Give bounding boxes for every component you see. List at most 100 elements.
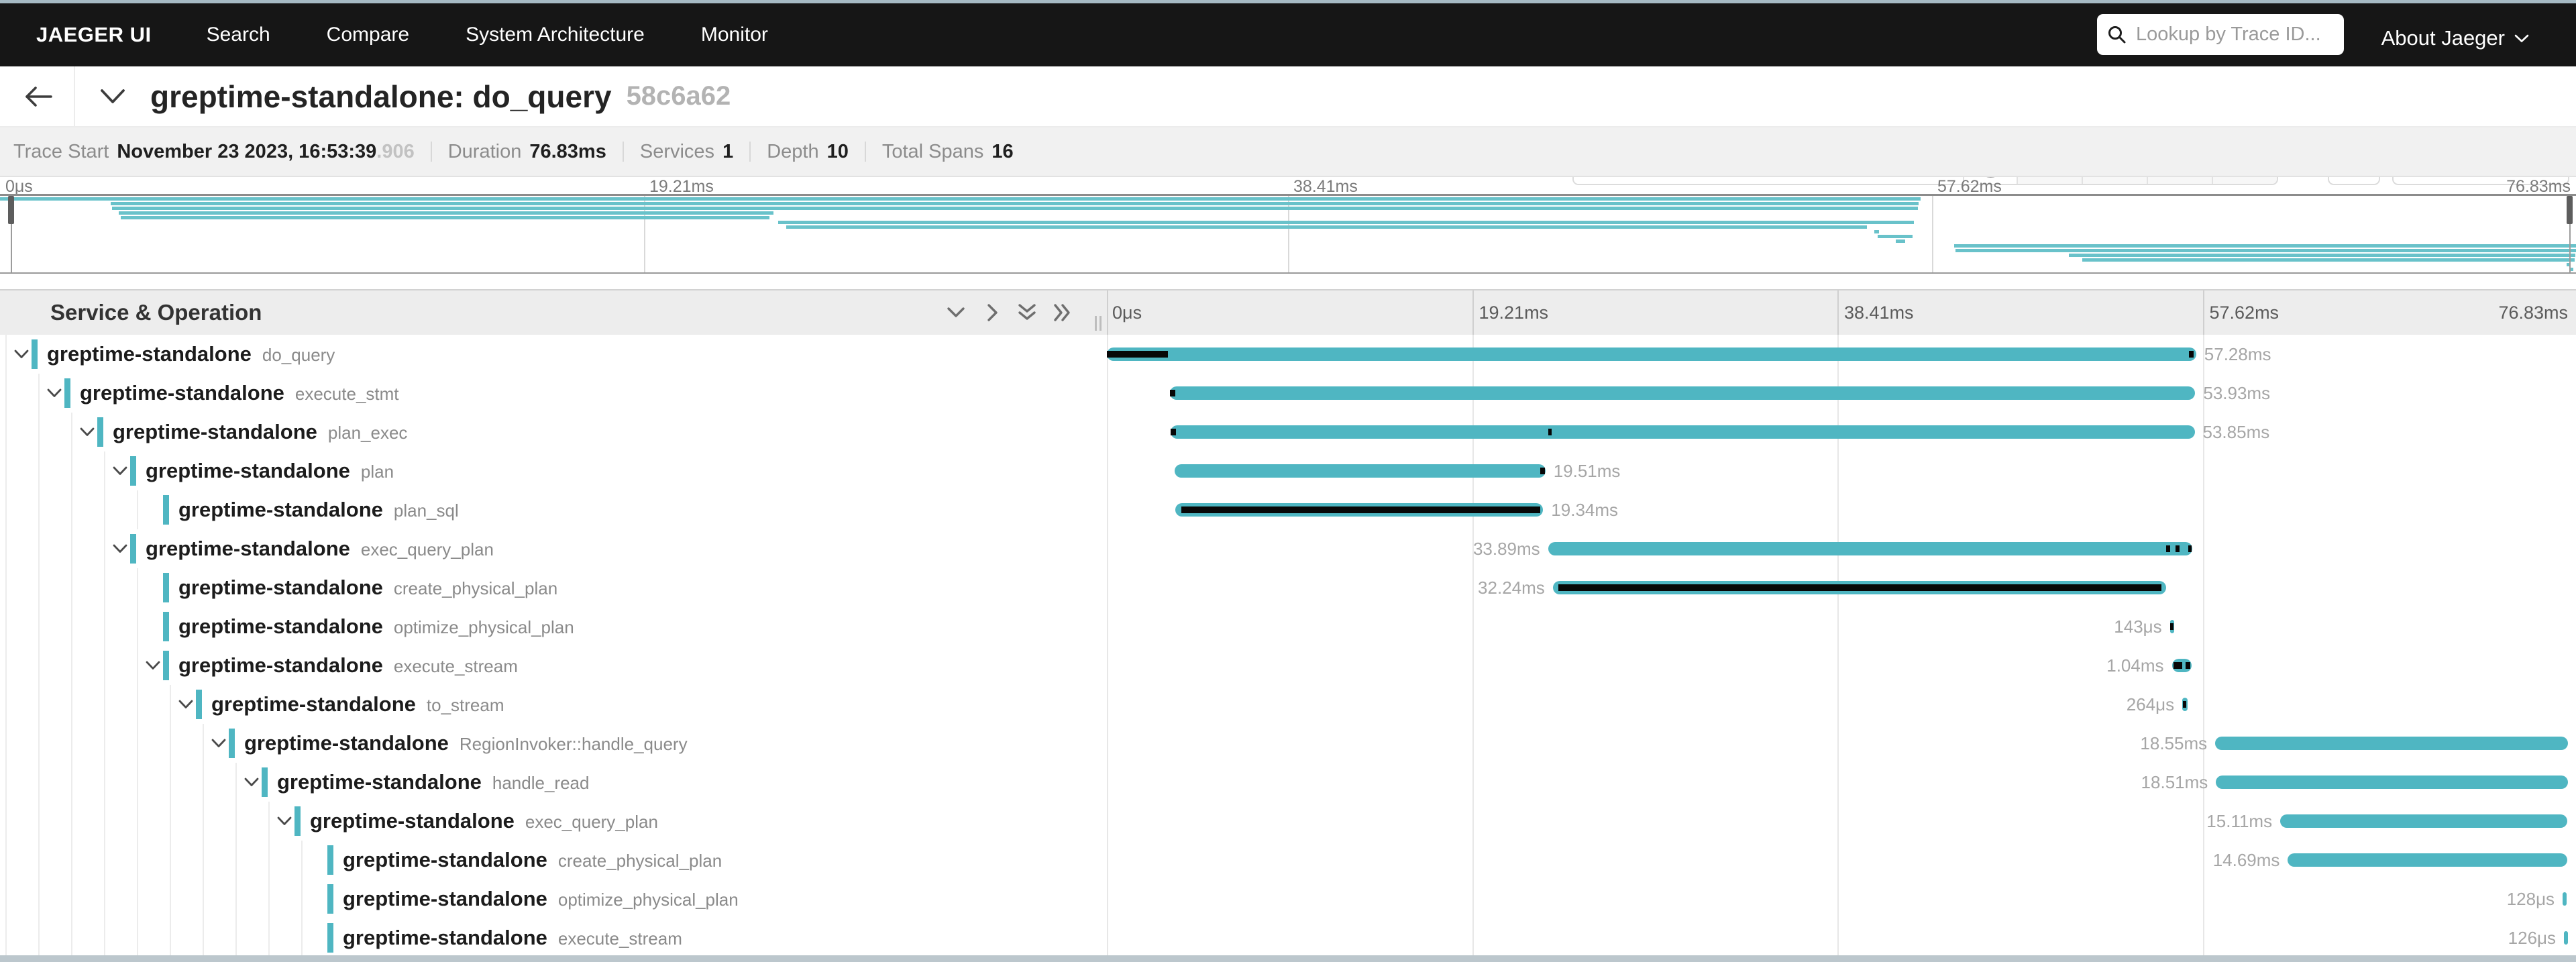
minimap-left-scrubber-handle[interactable] (8, 196, 14, 224)
span-duration-bar[interactable] (2216, 776, 2568, 789)
span-row[interactable]: greptime-standaloneexecute_stream126μs (0, 918, 2576, 955)
span-children-toggle[interactable] (112, 466, 128, 476)
span-duration-bar[interactable] (1171, 425, 2195, 439)
span-duration-label: 15.11ms (2206, 802, 2272, 841)
span-log-marker[interactable] (1170, 390, 1176, 396)
span-row[interactable]: greptime-standaloneoptimize_physical_pla… (0, 879, 2576, 918)
span-duration-bar[interactable] (1175, 464, 1546, 478)
back-button[interactable] (23, 66, 54, 126)
trace-collapse-toggle[interactable] (99, 66, 126, 126)
indent-guide (38, 646, 40, 685)
span-bar-area: 15.11ms (1107, 802, 2568, 841)
indent-guide (203, 763, 204, 802)
indent-guide (235, 841, 237, 879)
span-row[interactable]: greptime-standaloneexec_query_plan 15.11m… (0, 802, 2576, 841)
span-duration-bar[interactable] (2215, 737, 2568, 750)
about-jaeger-menu[interactable]: About Jaeger (2381, 7, 2529, 70)
trace-minimap[interactable] (0, 194, 2576, 274)
span-children-toggle[interactable] (178, 699, 194, 710)
service-name-label: greptime-standalone (343, 848, 547, 871)
span-children-toggle[interactable] (79, 427, 95, 437)
indent-guide (203, 879, 204, 918)
span-children-toggle[interactable] (112, 543, 128, 554)
span-bar-area: 143μs (1107, 607, 2568, 646)
span-bar-area: 128μs (1107, 879, 2568, 918)
span-duration-bar[interactable] (2564, 931, 2568, 945)
span-row[interactable]: greptime-standalonecreate_physical_plan3… (0, 568, 2576, 607)
span-children-toggle[interactable] (211, 738, 227, 749)
span-log-marker[interactable] (1558, 584, 2161, 591)
indent-guide (203, 802, 204, 841)
indent-guide (38, 607, 40, 646)
span-log-marker[interactable] (2166, 545, 2170, 552)
span-row[interactable]: greptime-standaloneplan_sql19.34ms (0, 490, 2576, 529)
collapse-one-button[interactable] (945, 303, 967, 323)
operation-name-label: plan_exec (328, 423, 408, 443)
span-log-marker[interactable] (2186, 662, 2190, 669)
span-row[interactable]: greptime-standaloneplan19.51ms (0, 451, 2576, 490)
trace-id-lookup-input[interactable] (2135, 23, 2332, 46)
span-log-marker[interactable] (2183, 701, 2186, 708)
span-duration-bar[interactable] (1548, 542, 2193, 555)
span-duration-bar[interactable] (2563, 892, 2567, 906)
summary-item: Total Spans16 (882, 141, 1014, 163)
span-log-marker[interactable] (1548, 429, 1552, 435)
nav-item-system-architecture[interactable]: System Architecture (437, 23, 673, 46)
span-duration-bar[interactable] (2280, 814, 2567, 828)
span-row[interactable]: greptime-standaloneto_stream264μs (0, 685, 2576, 724)
span-log-marker[interactable] (1181, 506, 1541, 513)
span-row[interactable]: greptime-standalonedo_query57.28ms (0, 335, 2576, 374)
span-log-marker[interactable] (2176, 545, 2180, 552)
span-row[interactable]: greptime-standaloneexecute_stmt53.93ms (0, 374, 2576, 413)
span-name: greptime-standaloneexec_query_plan (310, 802, 658, 841)
span-duration-label: 19.51ms (1554, 451, 1621, 490)
service-color-accent (163, 612, 169, 641)
operation-name-label: execute_stream (394, 656, 518, 676)
span-log-marker[interactable] (2188, 545, 2192, 552)
minimap-right-scrubber-handle[interactable] (2567, 196, 2573, 224)
column-resizer-grip[interactable] (1095, 316, 1104, 331)
indent-guide (268, 879, 270, 918)
nav-item-monitor[interactable]: Monitor (673, 23, 796, 46)
span-row[interactable]: greptime-standaloneoptimize_physical_pla… (0, 607, 2576, 646)
nav-item-search[interactable]: Search (178, 23, 299, 46)
indent-guide (301, 841, 303, 879)
service-name-label: greptime-standalone (211, 692, 416, 716)
span-children-toggle[interactable] (46, 388, 62, 398)
span-duration-bar[interactable] (1170, 386, 2196, 400)
operation-name-label: exec_query_plan (361, 539, 494, 559)
span-row[interactable]: greptime-standaloneRegionInvoker::handle… (0, 724, 2576, 763)
span-duration-bar[interactable] (2288, 853, 2567, 867)
span-duration-bar[interactable] (1107, 348, 2196, 361)
expand-all-button[interactable] (1051, 303, 1073, 323)
indent-guide (38, 918, 40, 955)
nav-item-compare[interactable]: Compare (299, 23, 437, 46)
span-children-toggle[interactable] (13, 349, 30, 360)
span-row[interactable]: greptime-standaloneexecute_stream1.04ms (0, 646, 2576, 685)
span-log-marker[interactable] (2189, 351, 2194, 358)
indent-guide (137, 568, 138, 607)
span-row[interactable]: greptime-standalonehandle_read18.51ms (0, 763, 2576, 802)
collapse-all-button[interactable] (1016, 303, 1038, 323)
span-bar-area: 33.89ms (1107, 529, 2568, 568)
ruler-gridline (1837, 290, 1839, 335)
operation-name-label: plan_sql (394, 500, 459, 521)
span-row[interactable]: greptime-standaloneexec_query_plan33.89m… (0, 529, 2576, 568)
indent-guide (5, 802, 7, 841)
span-children-toggle[interactable] (244, 777, 260, 788)
operation-name-label: RegionInvoker::handle_query (460, 734, 688, 754)
expand-one-button[interactable] (981, 303, 1004, 323)
span-children-toggle[interactable] (145, 660, 161, 671)
indent-guide (71, 724, 72, 763)
span-children-toggle[interactable] (276, 816, 292, 826)
minimap-span-bar (111, 202, 1919, 205)
app-logo[interactable]: JAEGER UI (36, 23, 152, 47)
span-row[interactable]: greptime-standalonecreate_physical_plan1… (0, 841, 2576, 879)
span-log-marker[interactable] (1107, 351, 1168, 358)
span-log-marker[interactable] (2174, 662, 2182, 669)
span-row[interactable]: greptime-standaloneplan_exec53.85ms (0, 413, 2576, 451)
horizontal-scrollbar[interactable] (0, 955, 2576, 962)
span-log-marker[interactable] (2170, 623, 2174, 630)
span-log-marker[interactable] (1171, 429, 1176, 435)
span-log-marker[interactable] (1540, 468, 1544, 474)
